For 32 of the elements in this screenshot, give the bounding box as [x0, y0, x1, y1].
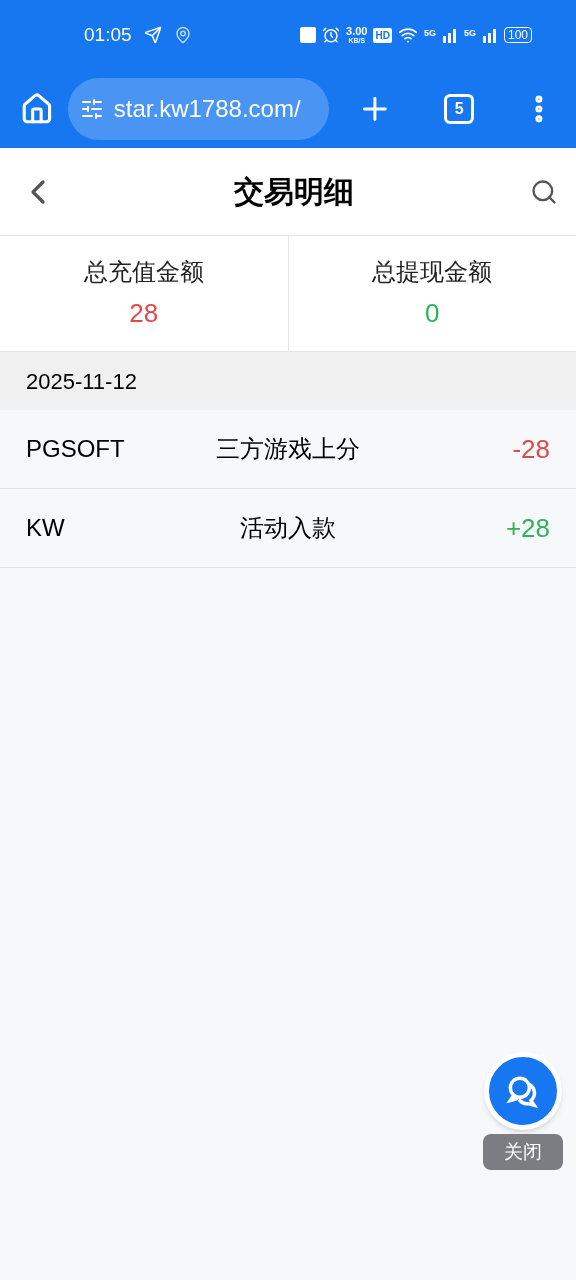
tab-count-button[interactable]: 5: [444, 94, 475, 124]
plane-icon: [143, 26, 162, 44]
site-settings-icon: [79, 97, 104, 121]
wifi-icon: [397, 25, 418, 45]
network-type: 5G: [423, 27, 436, 40]
close-button[interactable]: 关闭: [483, 1134, 563, 1170]
transaction-type: 活动入款: [239, 513, 337, 543]
transaction-amount: -28: [511, 432, 550, 466]
summary-label: 总充值金额: [83, 257, 204, 287]
pin-icon: [173, 26, 192, 44]
alarm-icon: [322, 26, 341, 44]
transaction-amount: +28: [504, 511, 550, 545]
page-title: 交易明细: [234, 174, 354, 210]
clock-time: 01:05: [84, 22, 132, 47]
date-heading: 2025-11-12: [26, 367, 137, 396]
search-icon[interactable]: [530, 177, 558, 206]
transaction-type: 三方游戏上分: [215, 434, 361, 464]
summary-label: 总提现金额: [372, 257, 493, 287]
transaction-source: KW: [26, 513, 66, 543]
network-type: 5G: [463, 27, 476, 40]
chat-button[interactable]: [484, 1052, 562, 1130]
signal-icon: [441, 27, 458, 43]
transaction-source: PGSOFT: [26, 434, 126, 464]
url-text: star.kw1788.com/: [113, 94, 301, 124]
summary-amount: 0: [425, 297, 440, 330]
speed-value: 3.00: [346, 26, 368, 37]
url-field[interactable]: star.kw1788.com/: [67, 78, 329, 140]
signal-icon: [481, 27, 498, 43]
battery-icon: 100: [503, 27, 532, 43]
hd-badge: HD: [373, 27, 392, 43]
home-icon[interactable]: [20, 92, 54, 126]
summary-amount: 28: [129, 297, 159, 330]
